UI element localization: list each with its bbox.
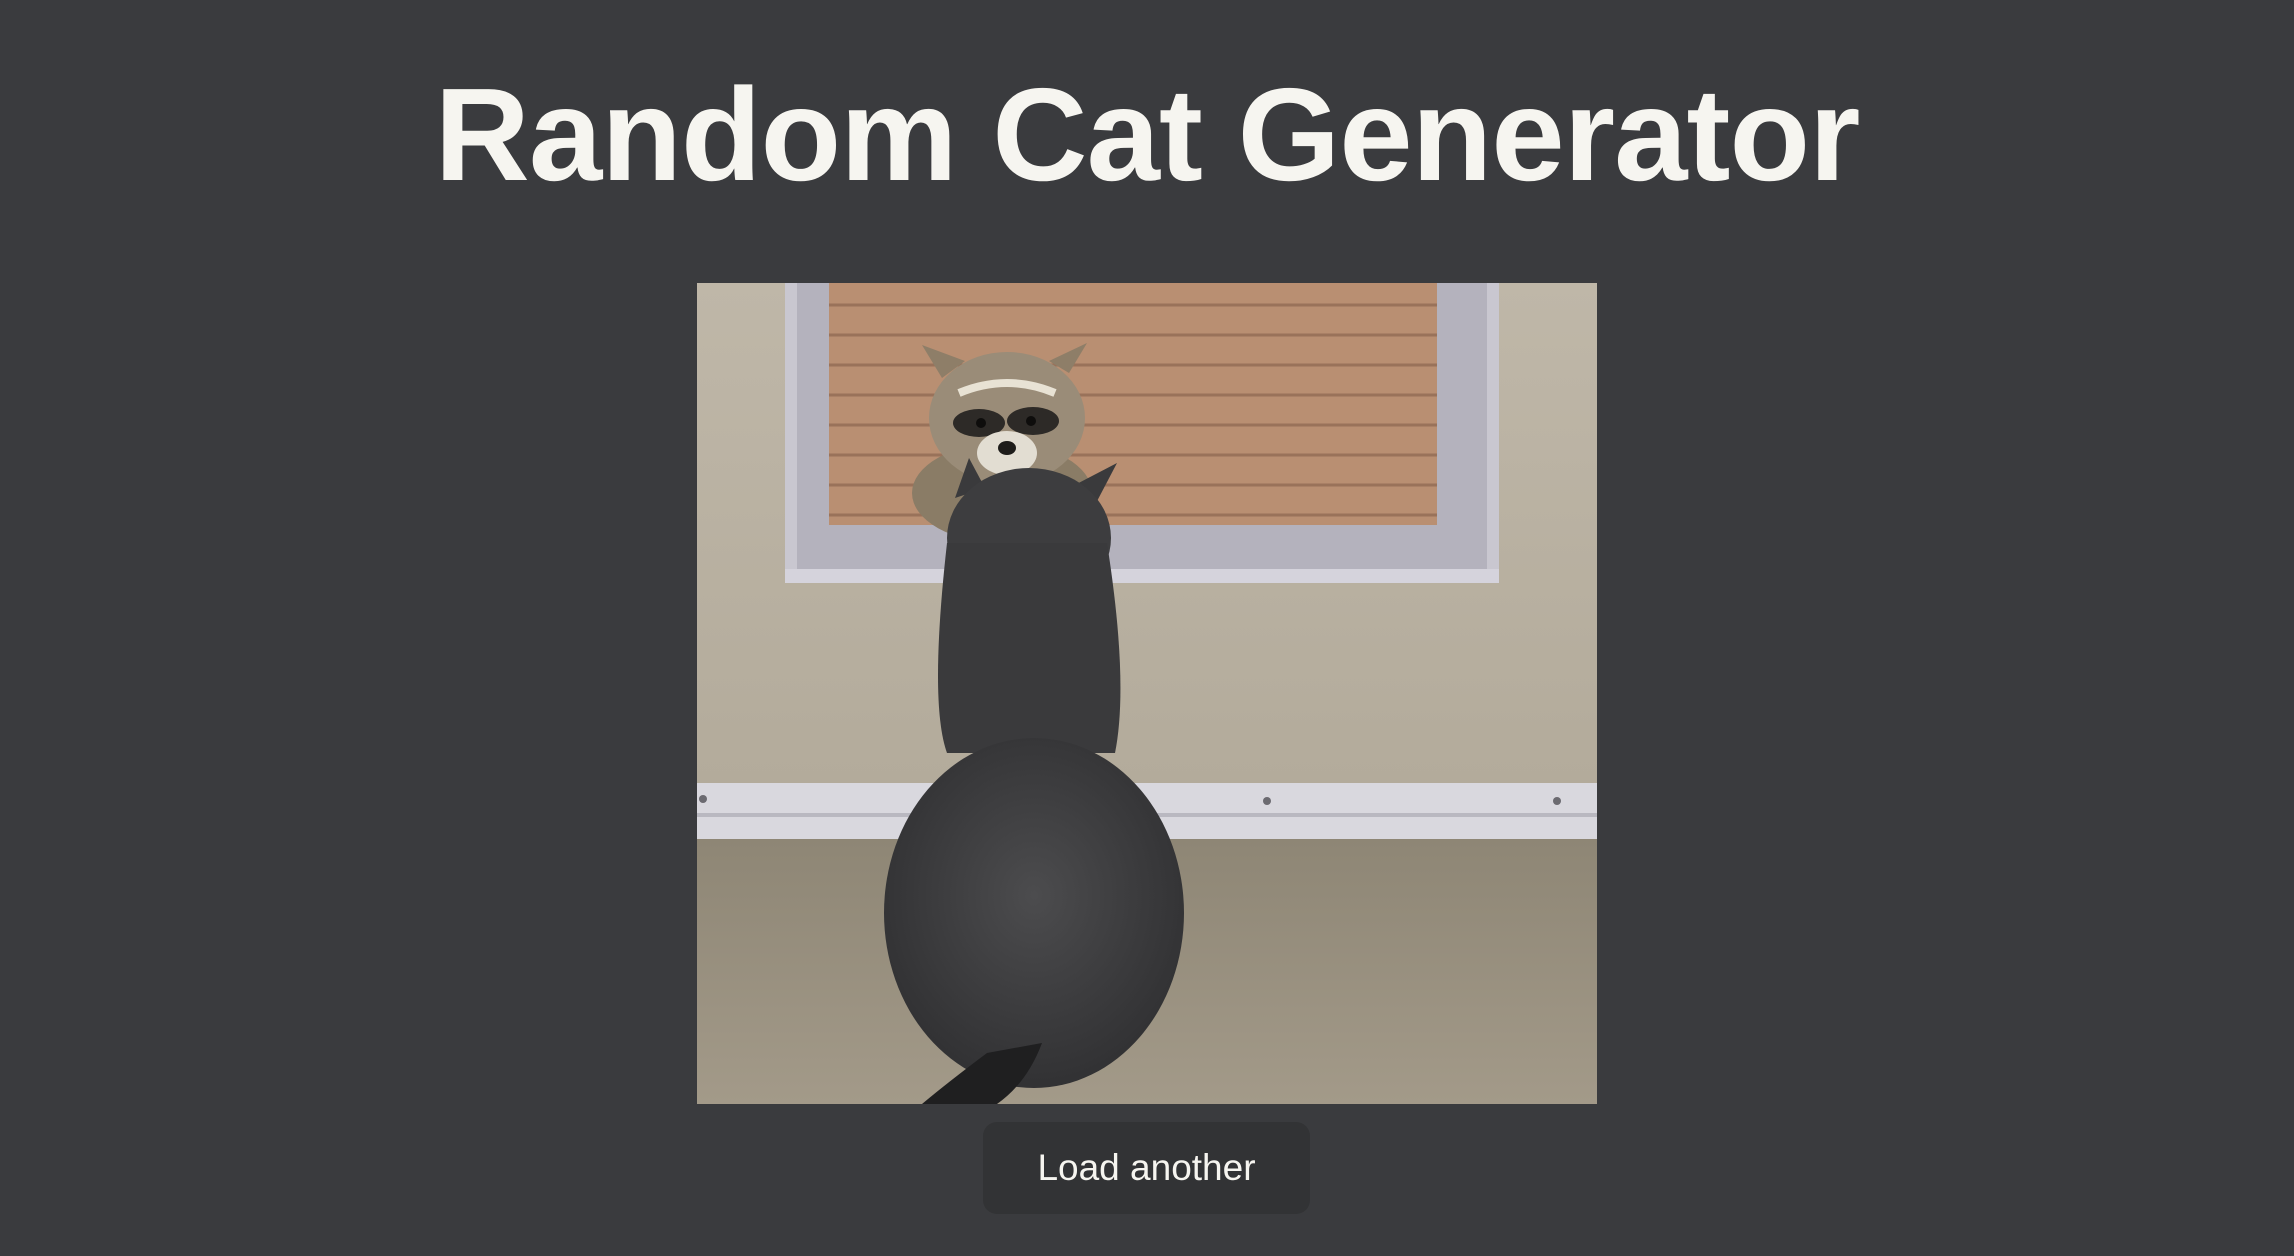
page-title: Random Cat Generator (434, 61, 1861, 208)
load-another-button[interactable]: Load another (983, 1122, 1310, 1214)
cat-photo (697, 283, 1597, 1104)
